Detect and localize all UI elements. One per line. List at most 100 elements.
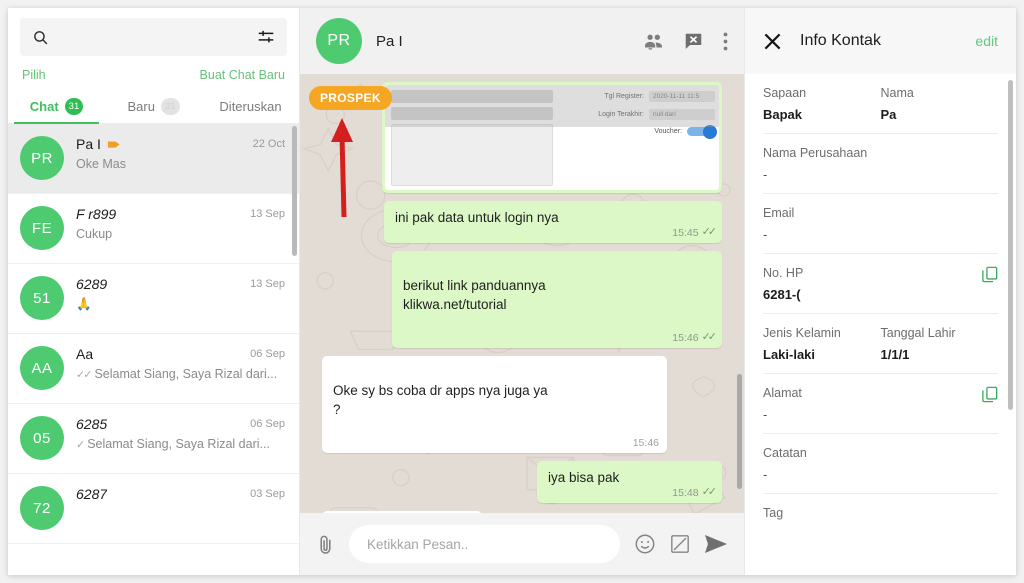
info-panel-header: Info Kontak edit bbox=[745, 8, 1016, 74]
close-x-icon[interactable] bbox=[763, 32, 782, 51]
message-bubble-outgoing: iya bisa pak 15:48 ✓✓ bbox=[537, 460, 722, 504]
contact-info-panel: Info Kontak edit Sapaan Bapak Nama Pa Na… bbox=[744, 8, 1016, 575]
message-composer bbox=[300, 513, 744, 575]
chat-list-scrollbar[interactable] bbox=[292, 126, 297, 256]
field-label: Alamat bbox=[763, 386, 802, 400]
field-label: Catatan bbox=[763, 446, 807, 460]
list-action-bar: Pilih Buat Chat Baru bbox=[8, 64, 299, 90]
read-ticks-icon: ✓✓ bbox=[76, 368, 93, 381]
message-bubble-outgoing: ini pak data untuk login nya 15:45 ✓✓ bbox=[384, 201, 722, 244]
info-field-kelamin-lahir: Jenis Kelamin Laki-laki Tanggal Lahir 1/… bbox=[763, 314, 998, 374]
chat-list-item[interactable]: FE F r899 13 Sep Cukup bbox=[8, 194, 299, 264]
field-label: Tanggal Lahir bbox=[880, 326, 956, 340]
message-bubble-outgoing: berikut link panduannya klikwa.net/tutor… bbox=[392, 251, 722, 349]
field-value: Laki-laki bbox=[763, 347, 816, 362]
chat-time: 06 Sep bbox=[250, 418, 285, 430]
note-slash-icon[interactable] bbox=[670, 534, 690, 554]
voucher-label: Voucher: bbox=[654, 128, 682, 135]
field-label: Jenis Kelamin bbox=[763, 326, 841, 340]
field-value: Bapak bbox=[763, 107, 803, 122]
info-panel-title: Info Kontak bbox=[800, 32, 881, 49]
tab-diteruskan[interactable]: Diteruskan bbox=[202, 90, 299, 123]
field-value: 1/1/1 bbox=[880, 347, 910, 362]
read-ticks-icon: ✓✓ bbox=[701, 331, 718, 344]
info-panel-scrollbar[interactable] bbox=[1008, 80, 1013, 410]
tab-diteruskan-label: Diteruskan bbox=[219, 99, 282, 114]
tab-chat-label: Chat bbox=[29, 99, 59, 114]
avatar: 05 bbox=[20, 416, 64, 460]
info-fields-list: Sapaan Bapak Nama Pa Nama Perusahaan - E… bbox=[745, 74, 1016, 575]
messages-scroll: Tgl Register: 2020-11-11 11:5 Login Tera… bbox=[300, 74, 744, 513]
tag-label-icon bbox=[107, 140, 120, 148]
message-text: iya bisa pak bbox=[548, 469, 620, 485]
field-value: - bbox=[763, 467, 768, 482]
send-arrow-icon[interactable] bbox=[704, 533, 728, 555]
sent-tick-icon: ✓ bbox=[76, 438, 85, 451]
search-icon bbox=[32, 29, 49, 46]
chat-list[interactable]: PR Pa I 22 Oct Oke Mas FE F r899 13 Sep … bbox=[8, 124, 299, 575]
field-value: - bbox=[763, 407, 768, 422]
chat-time: 22 Oct bbox=[252, 138, 285, 150]
chat-close-icon[interactable] bbox=[684, 32, 703, 51]
chat-name: Aa bbox=[76, 346, 94, 362]
search-bar-container bbox=[8, 8, 299, 64]
chat-time: 03 Sep bbox=[250, 488, 285, 500]
avatar: AA bbox=[20, 346, 64, 390]
filter-sliders-icon[interactable] bbox=[257, 29, 275, 45]
new-chat-link[interactable]: Buat Chat Baru bbox=[200, 68, 285, 82]
info-field-sapaan-nama: Sapaan Bapak Nama Pa bbox=[763, 74, 998, 134]
field-value: 6281-( bbox=[763, 287, 801, 302]
search-box[interactable] bbox=[20, 18, 287, 56]
chat-list-item[interactable]: PR Pa I 22 Oct Oke Mas bbox=[8, 124, 299, 194]
people-group-icon[interactable] bbox=[643, 33, 664, 50]
select-chats-link[interactable]: Pilih bbox=[22, 68, 46, 82]
chat-name: F r899 bbox=[76, 206, 117, 222]
chat-time: 13 Sep bbox=[250, 278, 285, 290]
copy-icon[interactable] bbox=[982, 266, 998, 288]
copy-icon[interactable] bbox=[982, 386, 998, 408]
kebab-menu-icon[interactable] bbox=[723, 32, 728, 51]
avatar: 72 bbox=[20, 486, 64, 530]
message-area: Tgl Register: 2020-11-11 11:5 Login Tera… bbox=[300, 74, 744, 513]
image-message-bubble[interactable]: Tgl Register: 2020-11-11 11:5 Login Tera… bbox=[382, 82, 722, 193]
chat-time: 06 Sep bbox=[250, 348, 285, 360]
paperclip-icon[interactable] bbox=[316, 534, 335, 555]
chat-name: 6289 bbox=[76, 276, 108, 292]
field-value: Pa bbox=[880, 107, 897, 122]
field-label: Sapaan bbox=[763, 86, 807, 100]
chat-list-item[interactable]: 72 6287 03 Sep bbox=[8, 474, 299, 544]
tab-baru-badge: 31 bbox=[160, 98, 180, 115]
chat-time: 13 Sep bbox=[250, 208, 285, 220]
contact-avatar: PR bbox=[316, 18, 362, 64]
tab-chat[interactable]: Chat 31 bbox=[8, 90, 105, 124]
chat-preview: Cukup bbox=[76, 227, 113, 241]
emoji-smiley-icon[interactable] bbox=[634, 533, 656, 555]
whatsapp-crm-window: Pilih Buat Chat Baru Chat 31 Baru 31 Dit… bbox=[8, 8, 1016, 575]
tab-baru[interactable]: Baru 31 bbox=[105, 90, 202, 123]
message-bubble-incoming: Oke sy bs coba dr apps nya juga ya ? 15:… bbox=[322, 356, 667, 453]
prospek-status-badge[interactable]: PROSPEK bbox=[309, 86, 392, 110]
info-field-email: Email - bbox=[763, 194, 998, 254]
read-ticks-icon: ✓✓ bbox=[701, 226, 718, 239]
search-input[interactable] bbox=[57, 29, 249, 45]
chat-list-item[interactable]: 51 6289 13 Sep 🙏 bbox=[8, 264, 299, 334]
field-label: No. HP bbox=[763, 266, 804, 280]
tab-baru-label: Baru bbox=[127, 99, 155, 114]
avatar: PR bbox=[20, 136, 64, 180]
chat-list-item[interactable]: 05 6285 06 Sep ✓ Selamat Siang, Saya Riz… bbox=[8, 404, 299, 474]
info-field-nama-perusahaan: Nama Perusahaan - bbox=[763, 134, 998, 194]
message-input[interactable] bbox=[349, 525, 620, 563]
message-scrollbar[interactable] bbox=[737, 374, 742, 489]
info-field-no-hp: No. HP 6281-( bbox=[763, 254, 998, 314]
conversation-panel: PR Pa I Tgl Register: 2020-11-11 11:5 Lo… bbox=[300, 8, 744, 575]
edit-contact-link[interactable]: edit bbox=[975, 33, 998, 49]
message-text: Oke sy bs coba dr apps nya juga ya ? bbox=[333, 383, 548, 417]
message-time: 15:45 bbox=[672, 226, 699, 239]
chat-list-item[interactable]: AA Aa 06 Sep ✓✓ Selamat Siang, Saya Riza… bbox=[8, 334, 299, 404]
field-value: - bbox=[763, 167, 768, 182]
chat-name: 6285 bbox=[76, 416, 108, 432]
info-field-tag: Tag bbox=[763, 494, 998, 531]
info-field-catatan: Catatan - bbox=[763, 434, 998, 494]
read-ticks-icon: ✓✓ bbox=[701, 486, 718, 499]
chat-list-panel: Pilih Buat Chat Baru Chat 31 Baru 31 Dit… bbox=[8, 8, 300, 575]
